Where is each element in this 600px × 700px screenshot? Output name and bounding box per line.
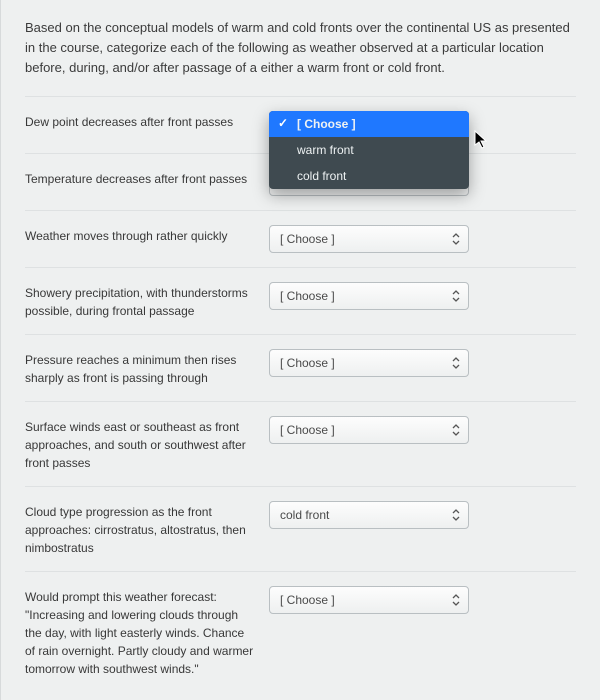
updown-icon bbox=[448, 287, 464, 305]
updown-icon bbox=[448, 230, 464, 248]
updown-icon bbox=[448, 421, 464, 439]
select-value: [ Choose ] bbox=[280, 232, 335, 246]
select-value: [ Choose ] bbox=[280, 356, 335, 370]
selector-cell: [ Choose ] bbox=[269, 225, 576, 253]
updown-icon bbox=[448, 591, 464, 609]
select-value: cold front bbox=[280, 508, 329, 522]
question-container: Based on the conceptual models of warm a… bbox=[0, 0, 600, 700]
dropdown-option-choose[interactable]: [ Choose ] bbox=[269, 111, 469, 137]
selector-cell: [ Choose ] bbox=[269, 586, 576, 614]
selector-cell: [ Choose ] bbox=[269, 282, 576, 310]
row-prompt: Cloud type progression as the front appr… bbox=[25, 501, 255, 557]
question-row: Pressure reaches a minimum then rises sh… bbox=[25, 334, 576, 401]
question-row: Cloud type progression as the front appr… bbox=[25, 486, 576, 571]
row-prompt: Weather moves through rather quickly bbox=[25, 225, 255, 245]
selector-cell: cold front bbox=[269, 501, 576, 529]
row-prompt: Would prompt this weather forecast: "Inc… bbox=[25, 586, 255, 678]
selector-cell: [ Choose ] bbox=[269, 349, 576, 377]
updown-icon bbox=[448, 506, 464, 524]
question-row: Would prompt this weather forecast: "Inc… bbox=[25, 571, 576, 678]
selector-cell: [ Choose ] [ Choose ] warm front cold fr… bbox=[269, 111, 576, 139]
updown-icon bbox=[448, 354, 464, 372]
select-value: [ Choose ] bbox=[280, 593, 335, 607]
question-row: Surface winds east or southeast as front… bbox=[25, 401, 576, 486]
question-row: Weather moves through rather quickly [ C… bbox=[25, 210, 576, 267]
question-stem: Based on the conceptual models of warm a… bbox=[25, 18, 576, 78]
select-value: [ Choose ] bbox=[280, 289, 335, 303]
answer-select[interactable]: [ Choose ] bbox=[269, 225, 469, 253]
answer-select[interactable]: [ Choose ] bbox=[269, 586, 469, 614]
row-prompt: Showery precipitation, with thunderstorm… bbox=[25, 282, 255, 320]
row-prompt: Pressure reaches a minimum then rises sh… bbox=[25, 349, 255, 387]
selector-cell: [ Choose ] bbox=[269, 416, 576, 444]
answer-select[interactable]: cold front bbox=[269, 501, 469, 529]
dropdown-option-cold[interactable]: cold front bbox=[269, 163, 469, 189]
select-value: [ Choose ] bbox=[280, 423, 335, 437]
question-row: Showery precipitation, with thunderstorm… bbox=[25, 267, 576, 334]
row-prompt: Surface winds east or southeast as front… bbox=[25, 416, 255, 472]
answer-select[interactable]: [ Choose ] bbox=[269, 349, 469, 377]
dropdown-menu[interactable]: [ Choose ] warm front cold front bbox=[269, 111, 469, 189]
row-prompt: Temperature decreases after front passes bbox=[25, 168, 255, 188]
cursor-icon bbox=[474, 130, 490, 153]
question-row: Dew point decreases after front passes [… bbox=[25, 96, 576, 153]
row-prompt: Dew point decreases after front passes bbox=[25, 111, 255, 131]
dropdown-option-warm[interactable]: warm front bbox=[269, 137, 469, 163]
answer-select[interactable]: [ Choose ] bbox=[269, 416, 469, 444]
answer-select[interactable]: [ Choose ] bbox=[269, 282, 469, 310]
